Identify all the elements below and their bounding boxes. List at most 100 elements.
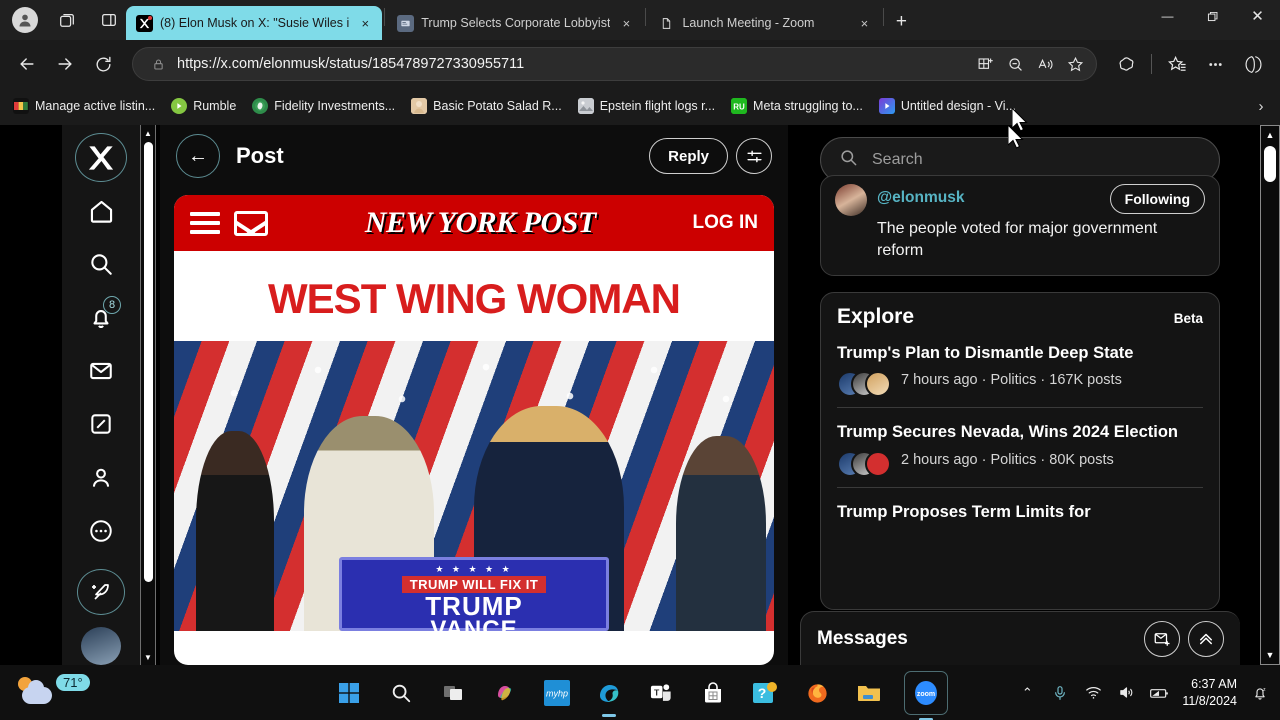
sidebar-account-avatar[interactable] — [81, 627, 121, 666]
taskbar-task-view-button[interactable] — [436, 676, 470, 710]
taskbar-copilot-button[interactable] — [488, 676, 522, 710]
page-scrollbar[interactable]: ▲ ▼ — [1260, 125, 1280, 665]
messages-actions — [1144, 620, 1224, 657]
sidebar-item-grok[interactable] — [75, 400, 127, 449]
taskbar-search-button[interactable] — [384, 676, 418, 710]
explore-title: Explore — [837, 304, 915, 328]
post-article-image[interactable]: NEW YORK POST LOG IN WEST WING WOMAN ★ ★… — [174, 195, 774, 665]
bookmark-label: Rumble — [193, 99, 237, 113]
bookmark-label: Manage active listin... — [35, 99, 156, 113]
tab-close-button[interactable]: × — [855, 14, 873, 32]
trend-item[interactable]: Trump's Plan to Dismantle Deep State 7 h… — [837, 329, 1203, 409]
sidebar-item-x-logo[interactable] — [75, 133, 127, 183]
tab-close-button[interactable]: × — [617, 14, 635, 32]
taskbar-file-explorer-button[interactable] — [852, 676, 886, 710]
reload-icon[interactable] — [86, 47, 120, 81]
forward-icon[interactable] — [48, 47, 82, 81]
messages-bar[interactable]: Messages — [800, 611, 1240, 665]
svg-text:z: z — [1263, 686, 1266, 692]
profile-button[interactable] — [8, 5, 42, 35]
taskbar-get-help-button[interactable]: ? — [748, 676, 782, 710]
post-header-actions: Reply — [649, 138, 772, 174]
envelope-icon[interactable] — [234, 210, 268, 236]
address-bar[interactable]: https://x.com/elonmusk/status/1854789727… — [132, 47, 1097, 81]
taskbar-firefox-button[interactable] — [800, 676, 834, 710]
bookmark-rumble[interactable]: Rumble — [164, 95, 243, 117]
sidebar-item-more[interactable] — [75, 506, 127, 555]
browser-essentials-icon[interactable] — [1236, 47, 1270, 81]
photo-figure-right — [676, 436, 766, 631]
back-button[interactable]: ← — [176, 134, 220, 178]
new-tab-button[interactable]: + — [886, 7, 916, 37]
split-screen-icon[interactable] — [92, 5, 126, 35]
close-window-button[interactable]: ✕ — [1235, 0, 1280, 32]
bookmark-label: Fidelity Investments... — [274, 99, 396, 113]
sliders-icon[interactable] — [736, 138, 772, 174]
taskbar-zoom-button[interactable]: zoom — [904, 670, 948, 715]
podium-line-2: VANCE — [430, 615, 518, 631]
sidebar-item-messages[interactable] — [75, 346, 127, 395]
more-options-icon[interactable] — [1198, 47, 1232, 81]
split-screen-icon[interactable] — [970, 50, 1000, 78]
bookmark-untitled-design[interactable]: Untitled design - Vi... — [872, 95, 1023, 117]
notification-bell-icon[interactable]: z — [1250, 683, 1270, 703]
taskbar-store-button[interactable] — [696, 676, 730, 710]
hamburger-menu-icon[interactable] — [190, 212, 220, 234]
scroll-down-arrow[interactable]: ▼ — [140, 649, 156, 665]
back-icon[interactable] — [10, 47, 44, 81]
chevron-up-icon[interactable] — [1188, 620, 1224, 657]
tab-elon-musk-x[interactable]: (8) Elon Musk on X: "Susie Wiles i × — [126, 6, 383, 40]
bookmark-meta-struggling[interactable]: RU Meta struggling to... — [724, 95, 870, 117]
tab-launch-meeting-zoom[interactable]: Launch Meeting - Zoom × — [648, 6, 881, 40]
new-message-icon[interactable] — [1144, 620, 1180, 657]
sidebar-item-notifications[interactable]: 8 — [75, 293, 127, 342]
recipe-icon — [411, 98, 428, 114]
sidebar-item-home[interactable] — [75, 186, 127, 235]
scrollbar-thumb[interactable] — [143, 142, 153, 582]
taskbar-start-button[interactable] — [332, 676, 366, 710]
volume-icon[interactable] — [1116, 683, 1136, 703]
taskbar-myhp-button[interactable]: myhp — [540, 676, 574, 710]
login-link[interactable]: LOG IN — [693, 212, 758, 234]
trend-item[interactable]: Trump Secures Nevada, Wins 2024 Election… — [837, 408, 1203, 489]
tab-trump-lobbyist[interactable]: Trump Selects Corporate Lobbyist × — [387, 6, 643, 40]
read-aloud-icon[interactable] — [1030, 50, 1060, 78]
tab-close-button[interactable]: × — [356, 14, 374, 32]
tray-overflow-icon[interactable]: ⌃ — [1017, 683, 1037, 703]
bookmark-manage-active-listings[interactable]: Manage active listin... — [6, 95, 162, 117]
sidebar-item-search[interactable] — [75, 240, 127, 289]
minimize-button[interactable]: — — [1145, 0, 1190, 32]
taskbar-teams-button[interactable]: T — [644, 676, 678, 710]
bookmarks-overflow-button[interactable]: › — [1248, 98, 1274, 115]
wifi-icon[interactable] — [1083, 683, 1103, 703]
search-input[interactable]: Search — [872, 151, 923, 169]
taskbar-clock[interactable]: 6:37 AM 11/8/2024 — [1182, 676, 1237, 710]
avatar[interactable] — [835, 184, 867, 216]
taskbar-edge-button[interactable] — [592, 676, 626, 710]
sidebar-scrollbar[interactable]: ▲ ▼ — [140, 125, 156, 665]
bookmark-fidelity-investments[interactable]: Fidelity Investments... — [245, 95, 402, 117]
workspaces-icon[interactable] — [50, 5, 84, 35]
tweet-preview-card[interactable]: @elonmusk Following The people voted for… — [820, 175, 1220, 276]
favorite-star-icon[interactable] — [1060, 50, 1090, 78]
collections-icon[interactable] — [1160, 47, 1194, 81]
trend-meta: 7 hours ago · Politics · 167K posts — [901, 372, 1122, 389]
bookmark-epstein-flight-logs[interactable]: Epstein flight logs r... — [571, 95, 722, 117]
sidebar-item-profile[interactable] — [75, 453, 127, 502]
copilot-icon[interactable] — [1109, 47, 1143, 81]
scroll-up-arrow[interactable]: ▲ — [1266, 126, 1275, 144]
scroll-down-arrow[interactable]: ▼ — [1266, 646, 1275, 664]
trend-item[interactable]: Trump Proposes Term Limits for — [837, 488, 1203, 533]
maximize-button[interactable] — [1190, 0, 1235, 32]
following-button[interactable]: Following — [1109, 184, 1205, 214]
tweet-handle[interactable]: @elonmusk — [877, 184, 964, 207]
zoom-out-icon[interactable] — [1000, 50, 1030, 78]
compose-post-button[interactable] — [77, 569, 125, 616]
microphone-icon[interactable] — [1050, 683, 1070, 703]
bookmark-basic-potato-salad-recipe[interactable]: Basic Potato Salad R... — [404, 95, 569, 117]
nyp-header: NEW YORK POST LOG IN — [174, 195, 774, 251]
scroll-up-arrow[interactable]: ▲ — [140, 125, 156, 141]
scrollbar-thumb[interactable] — [1264, 146, 1276, 182]
battery-icon[interactable] — [1149, 683, 1169, 703]
reply-button[interactable]: Reply — [649, 138, 728, 174]
